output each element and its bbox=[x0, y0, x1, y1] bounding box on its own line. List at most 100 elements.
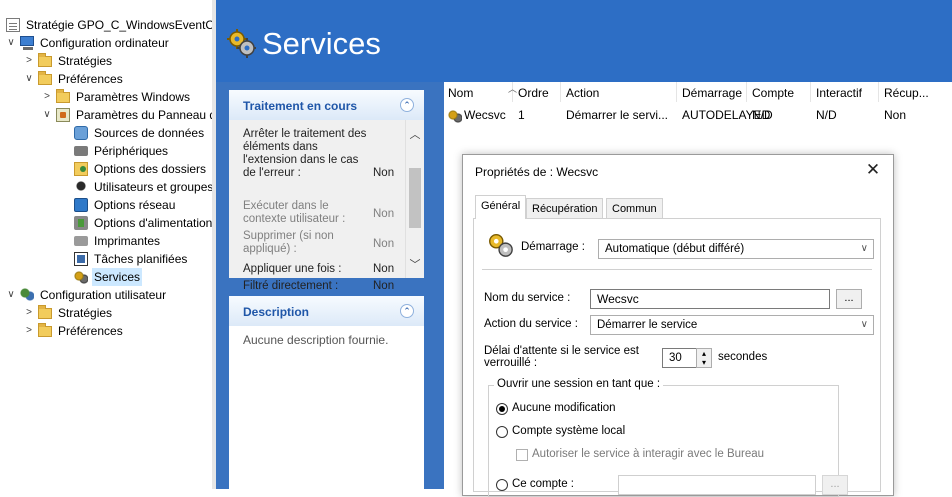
chevron-right-icon[interactable]: > bbox=[42, 88, 52, 106]
table-cell-action: Démarrer le servi... bbox=[566, 108, 669, 122]
column-separator[interactable] bbox=[746, 82, 747, 102]
timeout-unit: secondes bbox=[718, 351, 768, 363]
collapse-chevron-icon[interactable]: ⌃ bbox=[400, 98, 414, 112]
column-header[interactable]: Action bbox=[566, 86, 599, 100]
folder-icon bbox=[38, 71, 52, 85]
column-separator[interactable] bbox=[560, 82, 561, 102]
tree-node[interactable]: Options d'alimentation bbox=[0, 214, 212, 232]
timeout-spinner[interactable]: ▴ ▾ bbox=[696, 348, 712, 368]
collapse-chevron-icon[interactable]: ⌃ bbox=[400, 304, 414, 318]
task-pane: Traitement en cours ⌃ Arrêter le traitem… bbox=[216, 82, 444, 489]
description-card-header[interactable]: Description ⌃ bbox=[229, 296, 424, 326]
processing-option-value: Non bbox=[373, 208, 395, 220]
tree-node[interactable]: Services bbox=[0, 268, 212, 286]
processing-option-label: Arrêter le traitement des éléments dans … bbox=[243, 128, 367, 179]
description-body: Aucune description fournie. bbox=[229, 326, 424, 489]
table-cell-name: Wecsvc bbox=[464, 108, 506, 122]
column-header[interactable]: Compte bbox=[752, 86, 794, 100]
tree-items: Stratégie GPO_C_WindowsEventCollector ∨ Co… bbox=[0, 16, 212, 340]
scroll-down-icon[interactable]: ﹀ bbox=[406, 256, 424, 272]
tree-node[interactable]: ∨ Préférences bbox=[0, 70, 212, 88]
processing-option-value: Non bbox=[373, 238, 395, 250]
service-action-select[interactable]: Démarrer le service ∨ bbox=[590, 315, 874, 335]
chevron-down-icon[interactable]: ∨ bbox=[6, 34, 16, 52]
tree-node[interactable]: ∨ Configuration ordinateur bbox=[0, 34, 212, 52]
tree-node[interactable]: Imprimantes bbox=[0, 232, 212, 250]
chevron-down-icon[interactable]: ∨ bbox=[24, 70, 34, 88]
users-groups-icon bbox=[74, 180, 88, 194]
separator bbox=[482, 269, 872, 270]
tree-node[interactable]: > Préférences bbox=[0, 322, 212, 340]
desktop-interact-checkbox[interactable] bbox=[516, 449, 528, 461]
processing-option-label: Supprimer (si non appliqué) : bbox=[243, 230, 334, 255]
tree-node[interactable]: Tâches planifiées bbox=[0, 250, 212, 268]
startup-select[interactable]: Automatique (début différé) ∨ bbox=[598, 239, 874, 259]
radio-local-system[interactable] bbox=[496, 426, 508, 438]
scroll-up-icon[interactable]: ︿ bbox=[406, 126, 424, 142]
tree-node[interactable]: Périphériques bbox=[0, 142, 212, 160]
tree-node[interactable]: ∨ Configuration utilisateur bbox=[0, 286, 212, 304]
tree-node[interactable]: ∨ Paramètres du Panneau de configuration bbox=[0, 106, 212, 124]
browse-service-button[interactable]: ... bbox=[836, 289, 862, 309]
startup-select-value: Automatique (début différé) bbox=[605, 243, 745, 255]
data-source-icon bbox=[74, 126, 88, 140]
processing-option-label: Exécuter dans le contexte utilisateur : bbox=[243, 200, 346, 225]
service-name-field[interactable]: Wecsvc bbox=[590, 289, 830, 309]
navigation-tree: Stratégie GPO_C_WindowsEventCollector ∨ Co… bbox=[0, 0, 212, 489]
column-header[interactable]: Démarrage bbox=[682, 86, 742, 100]
column-separator[interactable] bbox=[676, 82, 677, 102]
services-gears-icon bbox=[489, 234, 513, 257]
processing-option-value: Non bbox=[373, 280, 395, 292]
tab-common[interactable]: Commun bbox=[606, 198, 663, 219]
tab-recovery[interactable]: Récupération bbox=[526, 198, 604, 219]
processing-option-value: Non bbox=[373, 167, 395, 179]
column-header[interactable]: Ordre bbox=[518, 86, 549, 100]
tree-node-label: Paramètres Windows bbox=[76, 90, 191, 104]
chevron-right-icon[interactable]: > bbox=[24, 304, 34, 322]
tree-node[interactable]: > Stratégies bbox=[0, 52, 212, 70]
chevron-right-icon[interactable]: > bbox=[24, 322, 34, 340]
scroll-thumb[interactable] bbox=[409, 168, 421, 228]
tree-node-label: Configuration utilisateur bbox=[40, 288, 167, 302]
radio-this-account-label[interactable]: Ce compte : bbox=[512, 478, 574, 490]
column-separator[interactable] bbox=[878, 82, 879, 102]
service-action-value: Démarrer le service bbox=[597, 319, 698, 331]
service-name-label: Nom du service : bbox=[484, 292, 571, 304]
tree-node-label: Préférences bbox=[58, 72, 123, 86]
column-header[interactable]: Nom bbox=[448, 86, 473, 100]
processing-scrollbar[interactable]: ︿ ﹀ bbox=[405, 120, 424, 278]
processing-title: Traitement en cours bbox=[243, 99, 358, 113]
tree-node[interactable]: Options réseau bbox=[0, 196, 212, 214]
tab-general[interactable]: Général bbox=[475, 195, 527, 219]
startup-label: Démarrage : bbox=[521, 241, 585, 253]
tree-node[interactable]: Stratégie GPO_C_WindowsEventCollector bbox=[0, 16, 212, 34]
column-header[interactable]: Interactif bbox=[816, 86, 862, 100]
radio-local-system-label[interactable]: Compte système local bbox=[512, 425, 625, 437]
tree-node[interactable]: > Paramètres Windows bbox=[0, 88, 212, 106]
tree-node[interactable]: Utilisateurs et groupes locaux bbox=[0, 178, 212, 196]
table-cell-recovery: Non bbox=[884, 108, 907, 122]
tree-node[interactable]: Sources de données bbox=[0, 124, 212, 142]
tree-node-label: Stratégie GPO_C_WindowsEventCollector bbox=[26, 18, 212, 32]
browse-account-button[interactable]: ... bbox=[822, 475, 848, 495]
scheduled-task-icon bbox=[74, 252, 88, 266]
chevron-down-icon[interactable]: ∨ bbox=[6, 286, 16, 304]
radio-this-account[interactable] bbox=[496, 479, 508, 491]
desktop-interact-label[interactable]: Autoriser le service à interagir avec le… bbox=[532, 448, 764, 460]
tree-node[interactable]: > Stratégies bbox=[0, 304, 212, 322]
column-separator[interactable] bbox=[810, 82, 811, 102]
timeout-field[interactable]: 30 bbox=[662, 348, 698, 368]
tree-node[interactable]: Options des dossiers bbox=[0, 160, 212, 178]
tree-node-label: Tâches planifiées bbox=[94, 252, 188, 266]
table-cell-interactive: N/D bbox=[816, 108, 837, 122]
processing-card-header[interactable]: Traitement en cours ⌃ bbox=[229, 90, 424, 120]
account-field[interactable] bbox=[618, 475, 816, 495]
radio-no-change[interactable] bbox=[496, 403, 508, 415]
close-icon[interactable]: ✕ bbox=[863, 160, 883, 180]
radio-no-change-label[interactable]: Aucune modification bbox=[512, 402, 616, 414]
properties-dialog: Propriétés de : Wecsvc ✕ Général Récupér… bbox=[462, 154, 894, 497]
chevron-right-icon[interactable]: > bbox=[24, 52, 34, 70]
column-header[interactable]: Récup... bbox=[884, 86, 929, 100]
chevron-down-icon[interactable]: ∨ bbox=[42, 106, 52, 124]
page-title: Services bbox=[262, 26, 381, 61]
